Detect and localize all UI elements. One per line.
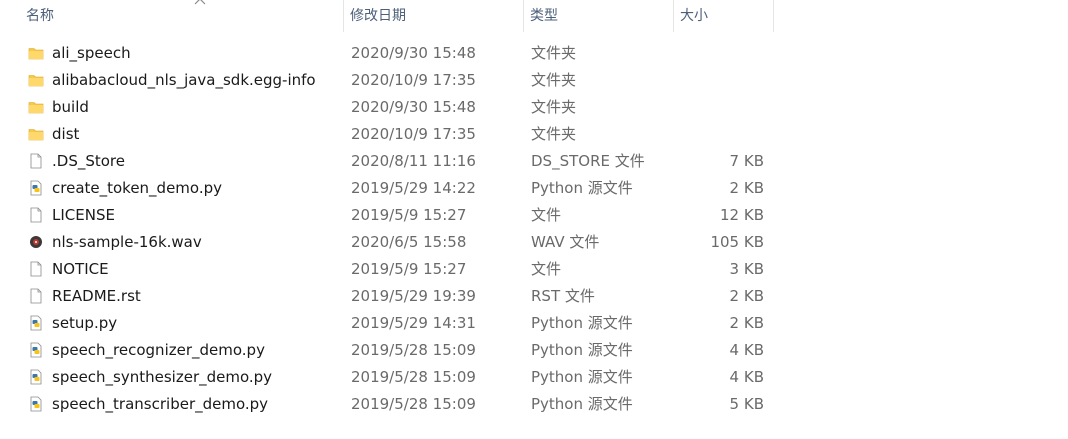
file-type: 文件夹 xyxy=(531,71,577,89)
folder-icon xyxy=(28,75,44,87)
file-type: 文件 xyxy=(531,260,562,278)
file-modified-date: 2019/5/28 15:09 xyxy=(351,395,476,413)
file-list: ali_speech 2020/9/30 15:48 文件夹 alibabacloud… xyxy=(0,40,1068,418)
file-row[interactable]: nls-sample-16k.wav 2020/6/5 15:58 WAV 文件 10… xyxy=(0,229,1068,256)
file-modified-date: 2020/10/9 17:35 xyxy=(351,125,476,143)
file-modified-date: 2020/9/30 15:48 xyxy=(351,44,476,62)
file-name: dist xyxy=(52,125,80,143)
sort-ascending-icon xyxy=(194,0,206,5)
file-type: Python 源文件 xyxy=(531,341,633,359)
file-modified-date: 2019/5/28 15:09 xyxy=(351,341,476,359)
file-size: 3 KB xyxy=(729,260,764,278)
file-type: Python 源文件 xyxy=(531,368,633,386)
file-name: NOTICE xyxy=(52,260,109,278)
file-modified-date: 2019/5/28 15:09 xyxy=(351,368,476,386)
file-row[interactable]: README.rst 2019/5/29 19:39 RST 文件 2 KB xyxy=(0,283,1068,310)
file-modified-date: 2020/8/11 11:16 xyxy=(351,152,476,170)
column-header-date-label: 修改日期 xyxy=(350,8,406,24)
file-row[interactable]: alibabacloud_nls_java_sdk.egg-info 2020/1… xyxy=(0,67,1068,94)
file-name: build xyxy=(52,98,89,116)
column-header-type-label: 类型 xyxy=(530,8,558,24)
column-header-size-label: 大小 xyxy=(680,8,708,24)
file-type: 文件夹 xyxy=(531,44,577,62)
file-icon xyxy=(30,288,42,304)
file-modified-date: 2019/5/29 14:31 xyxy=(351,314,476,332)
column-header-name[interactable]: 名称 xyxy=(20,0,344,32)
file-name: alibabacloud_nls_java_sdk.egg-info xyxy=(52,71,316,89)
file-name: speech_transcriber_demo.py xyxy=(52,395,269,413)
file-icon xyxy=(30,261,42,277)
file-type: 文件夹 xyxy=(531,98,577,116)
file-modified-date: 2019/5/9 15:27 xyxy=(351,260,467,278)
file-row[interactable]: dist 2020/10/9 17:35 文件夹 xyxy=(0,121,1068,148)
file-name: setup.py xyxy=(52,314,118,332)
file-row[interactable]: speech_synthesizer_demo.py 2019/5/28 15:0… xyxy=(0,364,1068,391)
file-modified-date: 2020/10/9 17:35 xyxy=(351,71,476,89)
file-row[interactable]: setup.py 2019/5/29 14:31 Python 源文件 2 KB xyxy=(0,310,1068,337)
python-file-icon xyxy=(30,342,42,358)
file-name: create_token_demo.py xyxy=(52,179,223,197)
file-modified-date: 2019/5/29 14:22 xyxy=(351,179,476,197)
file-icon xyxy=(30,207,42,223)
file-name: README.rst xyxy=(52,287,141,305)
file-row[interactable]: build 2020/9/30 15:48 文件夹 xyxy=(0,94,1068,121)
folder-icon xyxy=(28,48,44,60)
file-size: 4 KB xyxy=(729,368,764,386)
folder-icon xyxy=(28,102,44,114)
folder-icon xyxy=(28,129,44,141)
column-header-bar: 名称 修改日期 类型 大小 xyxy=(0,0,774,32)
file-name: .DS_Store xyxy=(52,152,125,170)
file-type: DS_STORE 文件 xyxy=(531,152,645,170)
file-row[interactable]: speech_recognizer_demo.py 2019/5/28 15:09… xyxy=(0,337,1068,364)
file-name: nls-sample-16k.wav xyxy=(52,233,202,251)
file-type: 文件 xyxy=(531,206,562,224)
column-header-name-label: 名称 xyxy=(26,8,54,24)
audio-file-icon xyxy=(30,236,42,248)
file-modified-date: 2020/9/30 15:48 xyxy=(351,98,476,116)
file-icon xyxy=(30,153,42,169)
file-type: Python 源文件 xyxy=(531,314,633,332)
file-row[interactable]: .DS_Store 2020/8/11 11:16 DS_STORE 文件 7 KB xyxy=(0,148,1068,175)
file-size: 5 KB xyxy=(729,395,764,413)
column-header-type[interactable]: 类型 xyxy=(524,0,674,32)
file-size: 4 KB xyxy=(729,341,764,359)
python-file-icon xyxy=(30,369,42,385)
file-size: 105 KB xyxy=(710,233,764,251)
file-row[interactable]: speech_transcriber_demo.py 2019/5/28 15:0… xyxy=(0,391,1068,418)
file-size: 12 KB xyxy=(720,206,764,224)
file-size: 2 KB xyxy=(729,314,764,332)
file-type: Python 源文件 xyxy=(531,395,633,413)
file-name: ali_speech xyxy=(52,44,131,62)
file-size: 2 KB xyxy=(729,287,764,305)
file-name: LICENSE xyxy=(52,206,115,224)
file-size: 7 KB xyxy=(729,152,764,170)
python-file-icon xyxy=(30,396,42,412)
file-modified-date: 2020/6/5 15:58 xyxy=(351,233,467,251)
file-type: Python 源文件 xyxy=(531,179,633,197)
file-row[interactable]: create_token_demo.py 2019/5/29 14:22 Pytho… xyxy=(0,175,1068,202)
file-type: RST 文件 xyxy=(531,287,595,305)
file-row[interactable]: LICENSE 2019/5/9 15:27 文件 12 KB xyxy=(0,202,1068,229)
file-size: 2 KB xyxy=(729,179,764,197)
file-type: 文件夹 xyxy=(531,125,577,143)
column-header-date[interactable]: 修改日期 xyxy=(344,0,524,32)
file-name: speech_recognizer_demo.py xyxy=(52,341,265,359)
file-name: speech_synthesizer_demo.py xyxy=(52,368,273,386)
file-type: WAV 文件 xyxy=(531,233,600,251)
file-modified-date: 2019/5/29 19:39 xyxy=(351,287,476,305)
python-file-icon xyxy=(30,180,42,196)
file-explorer: 名称 修改日期 类型 大小 ali_speech 2020/9/30 15:48 文… xyxy=(0,0,1068,439)
file-row[interactable]: NOTICE 2019/5/9 15:27 文件 3 KB xyxy=(0,256,1068,283)
file-modified-date: 2019/5/9 15:27 xyxy=(351,206,467,224)
column-header-size[interactable]: 大小 xyxy=(674,0,774,32)
python-file-icon xyxy=(30,315,42,331)
file-row[interactable]: ali_speech 2020/9/30 15:48 文件夹 xyxy=(0,40,1068,67)
